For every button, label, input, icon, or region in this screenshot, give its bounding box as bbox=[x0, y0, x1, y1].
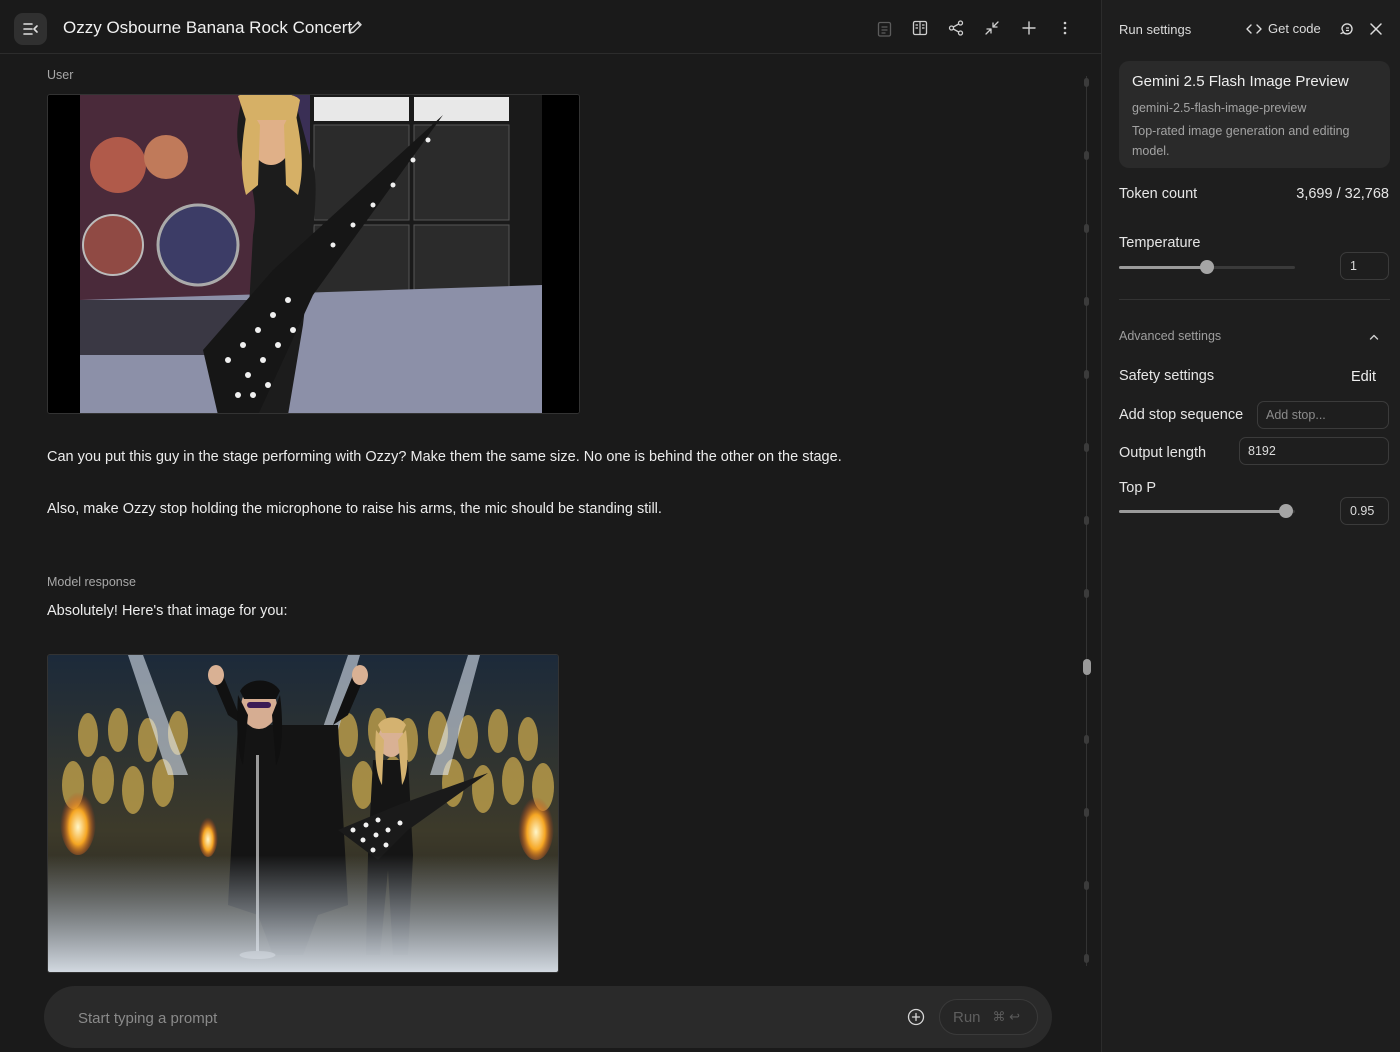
clipboard-button[interactable] bbox=[875, 19, 893, 37]
model-role-label: Model response bbox=[47, 575, 136, 589]
compress-button[interactable] bbox=[983, 19, 1001, 37]
settings-divider bbox=[1119, 299, 1390, 300]
token-count-label: Token count bbox=[1119, 186, 1198, 202]
advanced-settings-toggle[interactable]: Advanced settings bbox=[1119, 329, 1221, 343]
top-p-input[interactable]: 0.95 bbox=[1340, 497, 1389, 525]
plus-icon bbox=[1022, 21, 1036, 35]
generated-concert-illustration bbox=[48, 655, 558, 972]
top-p-slider-knob[interactable] bbox=[1279, 504, 1294, 518]
top-p-slider[interactable] bbox=[1119, 504, 1295, 518]
temperature-slider[interactable] bbox=[1119, 260, 1295, 274]
compress-icon bbox=[985, 21, 999, 35]
prompt-box: Run ⌘ ↩ bbox=[44, 986, 1052, 1048]
chat-scrollbar[interactable] bbox=[1083, 76, 1091, 966]
page-title: Ozzy Osbourne Banana Rock Concert bbox=[63, 18, 353, 37]
run-shortcut-label: ⌘ ↩ bbox=[992, 1009, 1021, 1024]
menu-collapse-icon bbox=[22, 23, 38, 35]
safety-edit-button[interactable]: Edit bbox=[1351, 369, 1376, 385]
model-message: Absolutely! Here's that image for you: bbox=[47, 603, 288, 619]
scrollbar-thumb[interactable] bbox=[1083, 659, 1091, 675]
prompt-input[interactable] bbox=[78, 1007, 858, 1029]
temperature-input[interactable]: 1 bbox=[1340, 252, 1389, 280]
close-icon[interactable] bbox=[1368, 21, 1384, 37]
edit-pencil-icon[interactable] bbox=[348, 20, 363, 35]
model-id: gemini-2.5-flash-image-preview bbox=[1132, 101, 1307, 115]
chevron-up-icon[interactable] bbox=[1367, 330, 1381, 344]
compare-icon bbox=[912, 20, 928, 36]
new-chat-button[interactable] bbox=[1020, 19, 1038, 37]
run-button-label: Run bbox=[953, 1008, 981, 1026]
user-uploaded-image[interactable] bbox=[47, 94, 580, 414]
stop-sequence-input[interactable] bbox=[1257, 401, 1389, 429]
output-length-label: Output length bbox=[1119, 445, 1207, 461]
top-p-label: Top P bbox=[1119, 480, 1157, 496]
token-count-value: 3,699 / 32,768 bbox=[1296, 186, 1389, 202]
user-message-line-1: Can you put this guy in the stage perfor… bbox=[47, 449, 842, 465]
code-brackets-icon bbox=[1246, 23, 1262, 34]
temperature-slider-knob[interactable] bbox=[1200, 260, 1214, 274]
more-vertical-icon bbox=[1063, 21, 1067, 35]
reset-settings-icon[interactable] bbox=[1339, 21, 1355, 37]
concert-photo-illustration bbox=[48, 95, 579, 413]
run-settings-panel: Run settings Get code Gemini 2.5 Flash I… bbox=[1101, 0, 1400, 1052]
get-code-label: Get code bbox=[1268, 21, 1321, 36]
get-code-button[interactable]: Get code bbox=[1246, 21, 1321, 36]
share-icon bbox=[948, 20, 964, 36]
add-media-icon[interactable] bbox=[907, 1008, 925, 1026]
top-bar: Ozzy Osbourne Banana Rock Concert bbox=[0, 0, 1101, 54]
safety-settings-label: Safety settings bbox=[1119, 368, 1215, 384]
model-selector-card[interactable]: Gemini 2.5 Flash Image Preview gemini-2.… bbox=[1119, 61, 1390, 168]
clipboard-icon bbox=[877, 21, 891, 37]
run-button[interactable]: Run ⌘ ↩ bbox=[939, 999, 1038, 1035]
share-button[interactable] bbox=[947, 19, 965, 37]
compare-button[interactable] bbox=[911, 19, 929, 37]
output-length-input[interactable] bbox=[1239, 437, 1389, 465]
temperature-label: Temperature bbox=[1119, 235, 1201, 251]
model-name: Gemini 2.5 Flash Image Preview bbox=[1132, 73, 1349, 90]
chat-area: Ozzy Osbourne Banana Rock Concert User C… bbox=[0, 0, 1101, 1052]
stop-sequence-label: Add stop sequence bbox=[1119, 407, 1244, 423]
model-description: Top-rated image generation and editing m… bbox=[1132, 124, 1350, 158]
more-options-button[interactable] bbox=[1056, 19, 1074, 37]
generated-image[interactable] bbox=[47, 654, 559, 973]
user-message-line-2: Also, make Ozzy stop holding the microph… bbox=[47, 501, 662, 517]
run-settings-title: Run settings bbox=[1119, 22, 1192, 37]
user-role-label: User bbox=[47, 68, 74, 82]
menu-collapse-button[interactable] bbox=[14, 13, 47, 45]
